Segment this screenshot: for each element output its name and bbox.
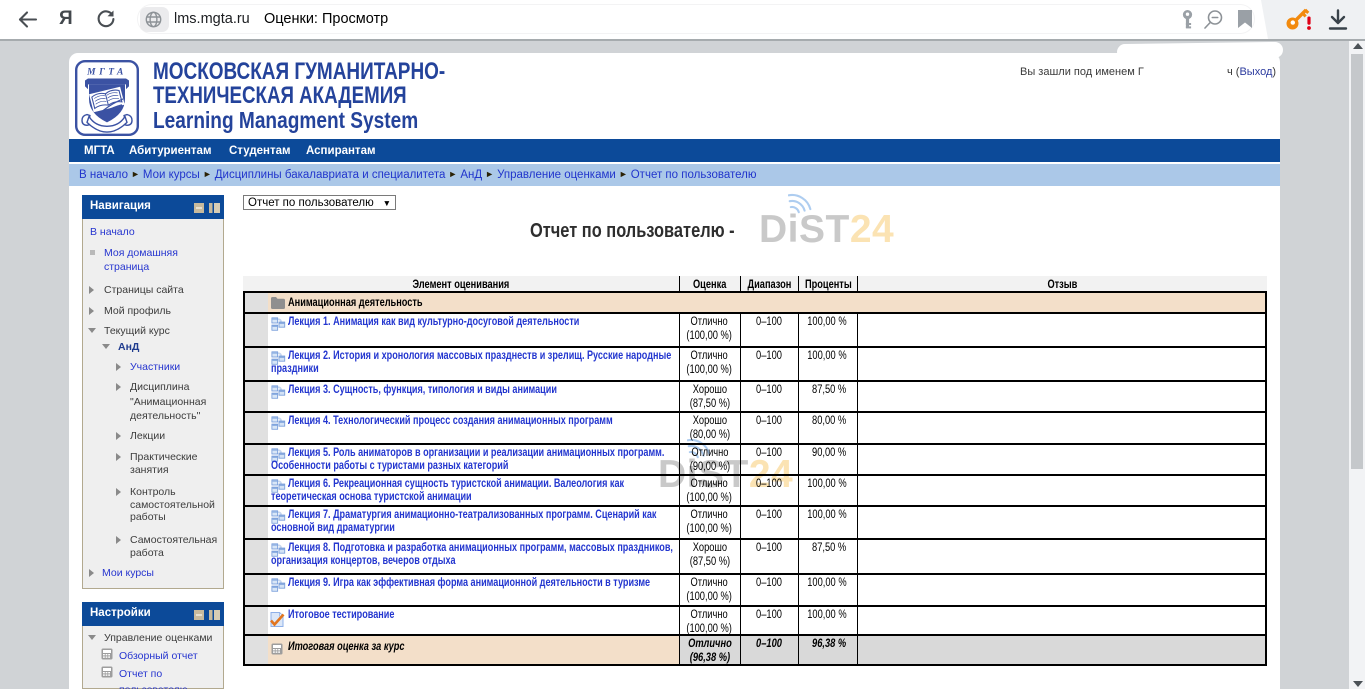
svg-text:МГТА: МГТА bbox=[86, 68, 127, 78]
